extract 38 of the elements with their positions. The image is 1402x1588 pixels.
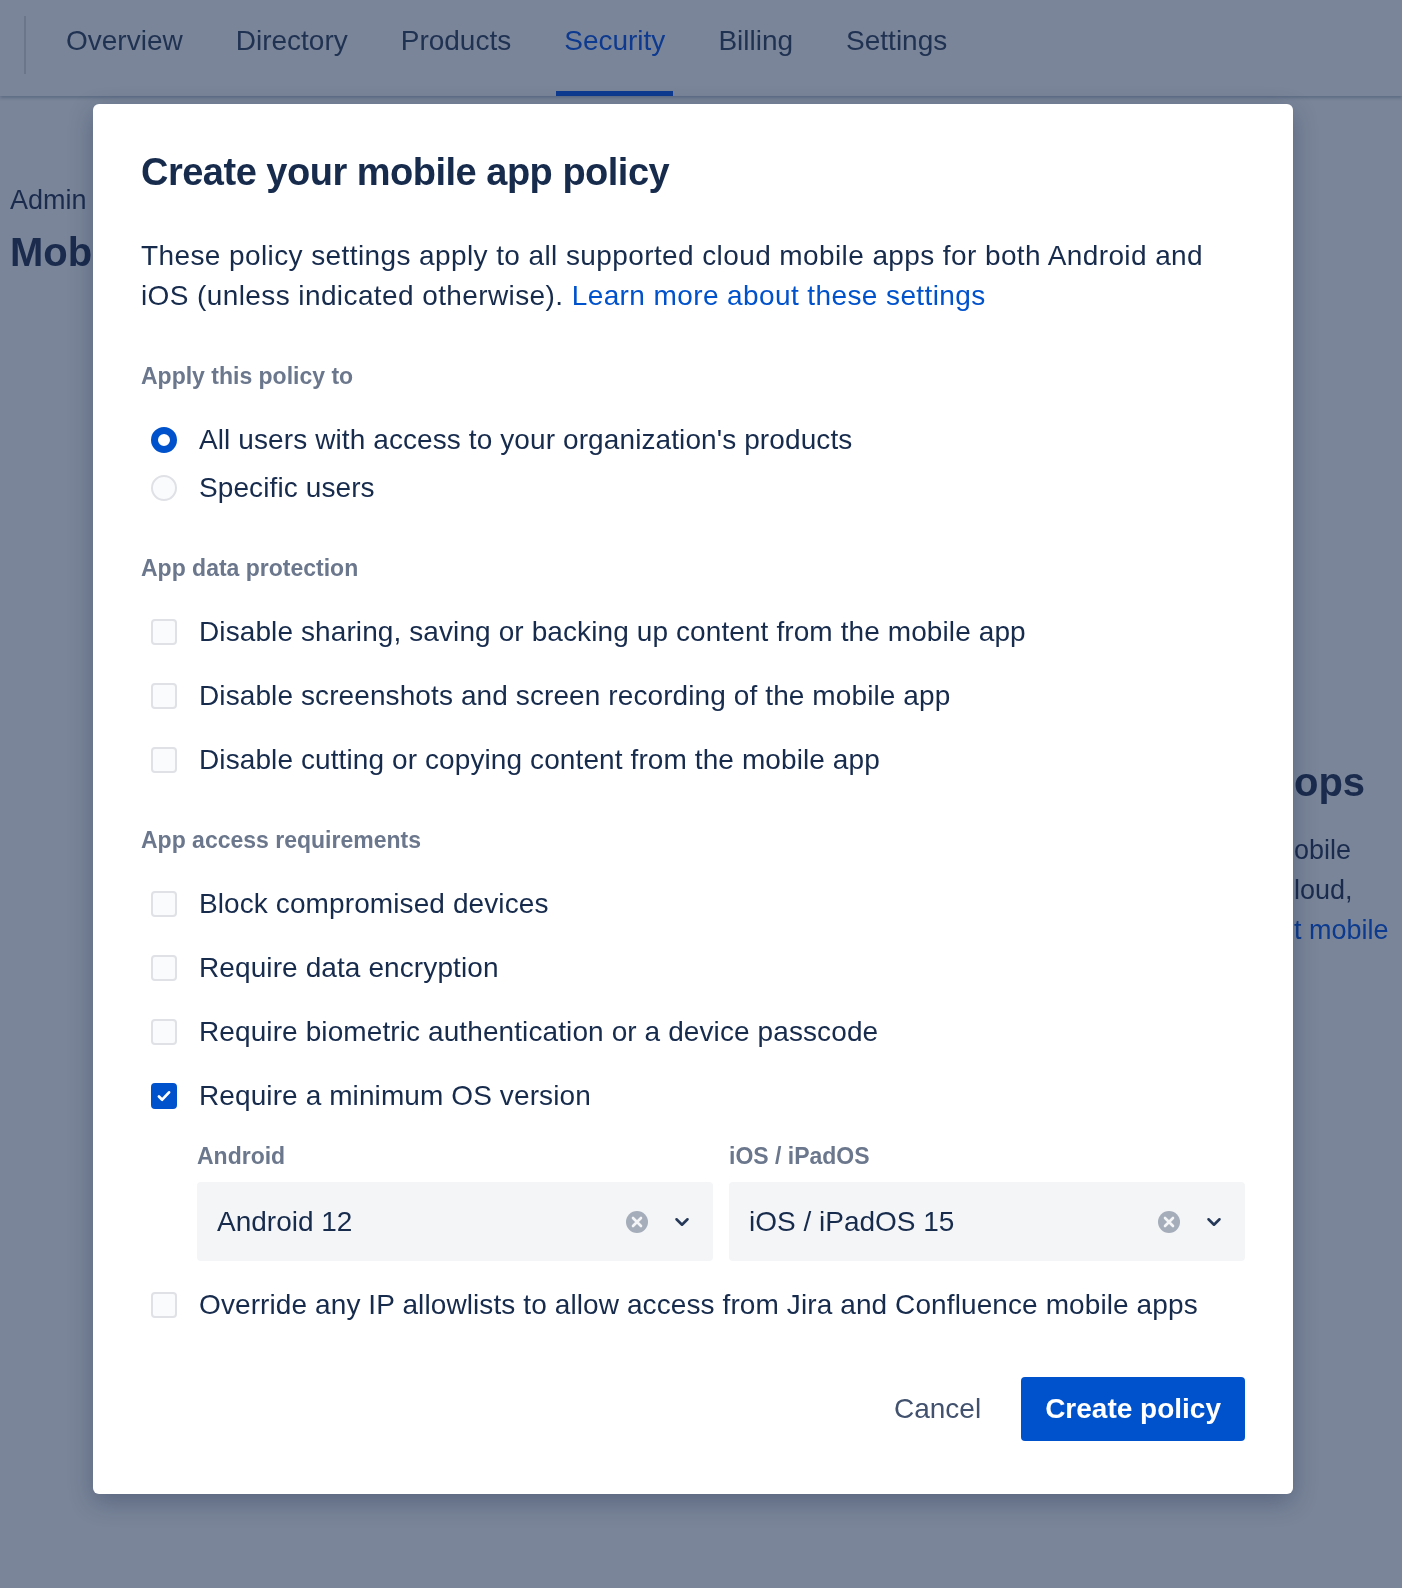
field-label: iOS / iPadOS	[729, 1142, 871, 1171]
dialog-title: Create your mobile app policy	[141, 150, 671, 195]
section-label: App access requirements	[141, 826, 422, 855]
cancel-button[interactable]: Cancel	[869, 1377, 1006, 1441]
learn-more-link[interactable]: Learn more about these settings	[571, 280, 986, 311]
nav-tab[interactable]: Settings	[838, 0, 956, 96]
intro-text: These policy settings apply to all supported cloud mobile apps for both Android and iOS (unless indicated otherwise). Learn more about these settings	[141, 239, 1205, 313]
option-label: Override any IP allowlists to allow access from Jira and Confluence mobile apps	[199, 1289, 1198, 1321]
page-heading: Mob	[10, 229, 93, 276]
option-label: Require biometric authentication or a device passcode	[199, 1016, 879, 1048]
field-label: Android	[197, 1142, 287, 1171]
radio-button[interactable]	[151, 427, 177, 453]
option-label: Disable cutting or copying content from the mobile app	[199, 744, 880, 776]
section-label: App data protection	[141, 554, 360, 583]
body-text: obile	[1294, 834, 1353, 867]
select-field[interactable]: Android 12	[197, 1182, 713, 1261]
clear-icon[interactable]	[625, 1209, 649, 1234]
link[interactable]: t mobile	[1294, 910, 1389, 950]
option-label: All users with access to your organization's products	[199, 424, 853, 456]
breadcrumb: Admin	[10, 184, 88, 217]
option-label: Disable sharing, saving or backing up content from the mobile app	[199, 616, 1026, 648]
nav-tab[interactable]: Billing	[710, 0, 802, 96]
option-label: Specific users	[199, 472, 375, 504]
nav-tab[interactable]: Overview	[58, 0, 191, 96]
option-label: Block compromised devices	[199, 888, 549, 920]
checkbox[interactable]	[151, 1083, 177, 1109]
page-heading: ops	[1294, 759, 1367, 806]
body-text: loud,	[1294, 874, 1354, 907]
option-label: Require data encryption	[199, 952, 499, 984]
option-label: Require a minimum OS version	[199, 1080, 591, 1112]
option-label: Disable screenshots and screen recording of the mobile app	[199, 680, 951, 712]
select-field[interactable]: iOS / iPadOS 15	[729, 1182, 1245, 1261]
nav-tab[interactable]: Products	[392, 0, 520, 96]
create-button[interactable]: Create policy	[1021, 1377, 1245, 1441]
clear-icon[interactable]	[1157, 1209, 1181, 1234]
section-label: Apply this policy to	[141, 362, 355, 391]
nav-tab[interactable]: Security	[556, 0, 674, 96]
nav-tab[interactable]: Directory	[227, 0, 356, 96]
